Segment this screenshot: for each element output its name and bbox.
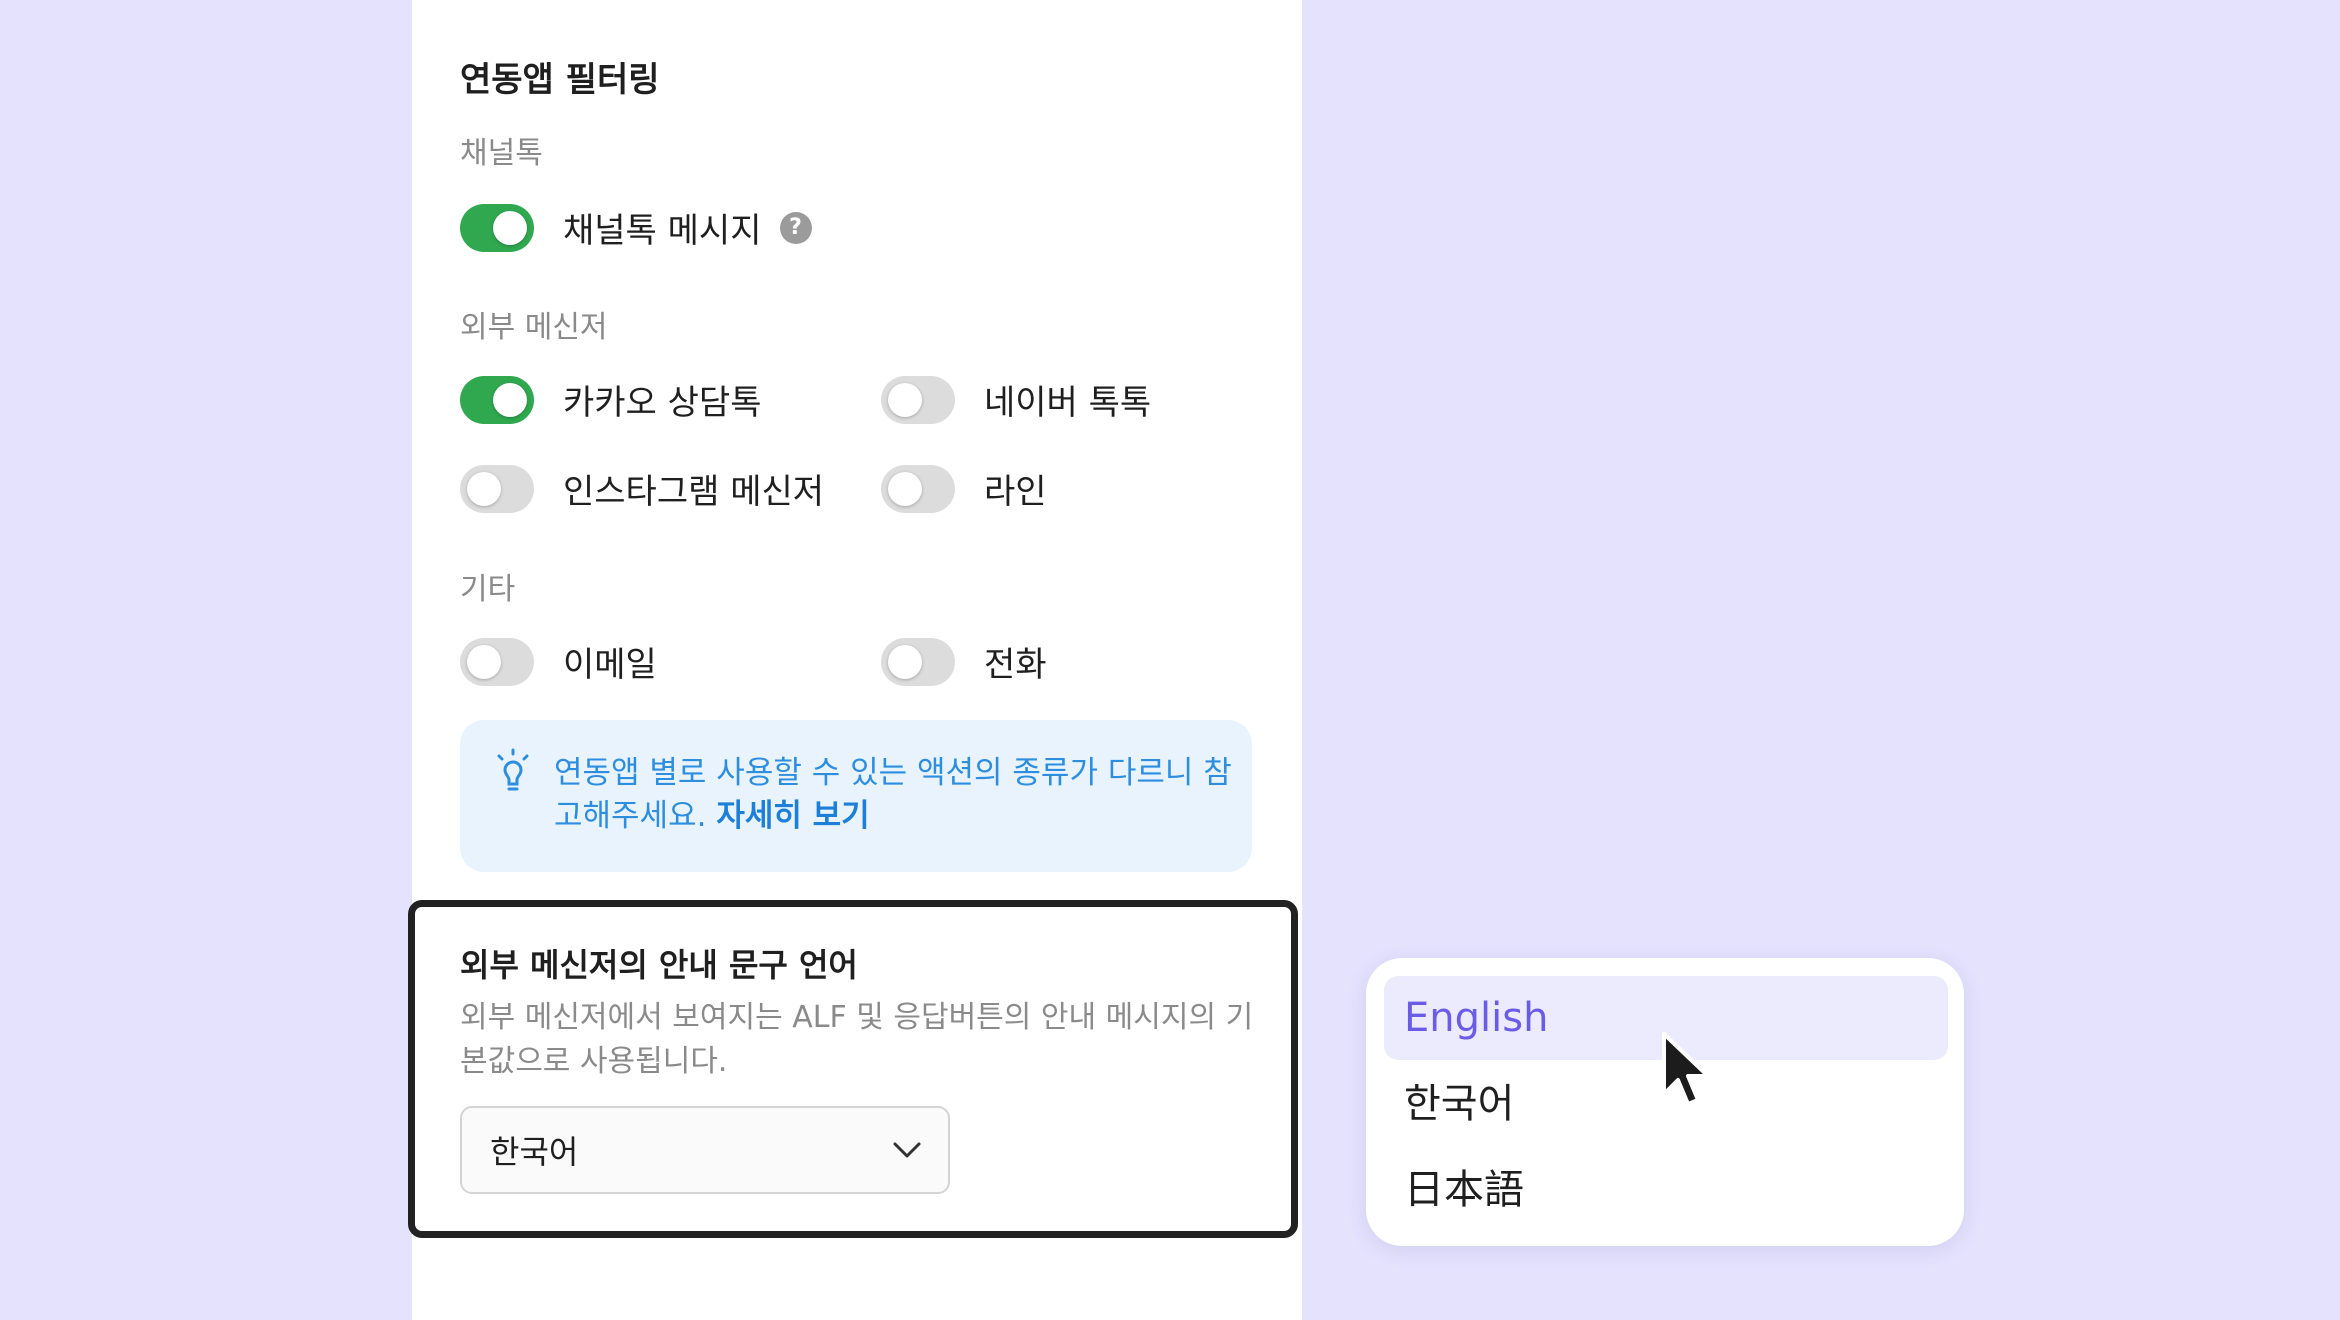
learn-more-link[interactable]: 자세히 보기 — [716, 798, 869, 834]
lightbulb-icon — [497, 748, 529, 791]
section-title: 연동앱 필터링 — [460, 60, 660, 100]
toggle-row-naver[interactable]: 네이버 톡톡 — [881, 375, 1151, 424]
toggle-label: 채널톡 메시지 — [563, 211, 762, 251]
toggle-label: 네이버 톡톡 — [984, 383, 1152, 423]
language-setting-description: 외부 메신저에서 보여지는 ALF 및 응답버튼의 안내 메시지의 기본값으로 … — [460, 1000, 1254, 1079]
info-callout: 연동앱 별로 사용할 수 있는 액션의 종류가 다르니 참고해주세요. 자세히 … — [460, 720, 1252, 872]
toggle-switch[interactable] — [881, 637, 955, 686]
toggle-row-instagram[interactable]: 인스타그램 메신저 — [460, 464, 824, 513]
toggle-switch[interactable] — [460, 464, 534, 513]
toggle-switch[interactable] — [460, 375, 534, 424]
toggle-row-kakao[interactable]: 카카오 상담톡 — [460, 375, 762, 424]
toggle-row-email[interactable]: 이메일 — [460, 637, 657, 686]
info-message: 연동앱 별로 사용할 수 있는 액션의 종류가 다르니 참고해주세요. — [554, 755, 1232, 834]
language-setting-title: 외부 메신저의 안내 문구 언어 — [460, 946, 858, 984]
group-label-channeltalk: 채널톡 — [460, 136, 543, 171]
toggle-label: 전화 — [984, 645, 1047, 685]
info-text: 연동앱 별로 사용할 수 있는 액션의 종류가 다르니 참고해주세요. 자세히 … — [554, 752, 1234, 838]
help-icon[interactable]: ? — [779, 211, 812, 244]
toggle-switch[interactable] — [460, 203, 534, 252]
toggle-switch[interactable] — [881, 464, 955, 513]
toggle-switch[interactable] — [460, 637, 534, 686]
toggle-label: 이메일 — [563, 645, 657, 685]
toggle-row-channeltalk-message[interactable]: 채널톡 메시지 ? — [460, 203, 812, 252]
mouse-cursor-icon — [1662, 1032, 1710, 1106]
group-label-other: 기타 — [460, 572, 516, 607]
language-option-japanese[interactable]: 日本語 — [1384, 1144, 1948, 1228]
language-select[interactable]: 한국어 — [460, 1106, 950, 1194]
group-label-external: 외부 메신저 — [460, 310, 608, 345]
toggle-label: 인스타그램 메신저 — [563, 472, 825, 512]
toggle-label: 라인 — [984, 472, 1047, 512]
chevron-down-icon — [893, 1142, 921, 1158]
toggle-row-phone[interactable]: 전화 — [881, 637, 1047, 686]
toggle-row-line[interactable]: 라인 — [881, 464, 1047, 513]
toggle-label: 카카오 상담톡 — [563, 383, 762, 423]
language-select-value: 한국어 — [490, 1133, 579, 1171]
toggle-switch[interactable] — [881, 375, 955, 424]
